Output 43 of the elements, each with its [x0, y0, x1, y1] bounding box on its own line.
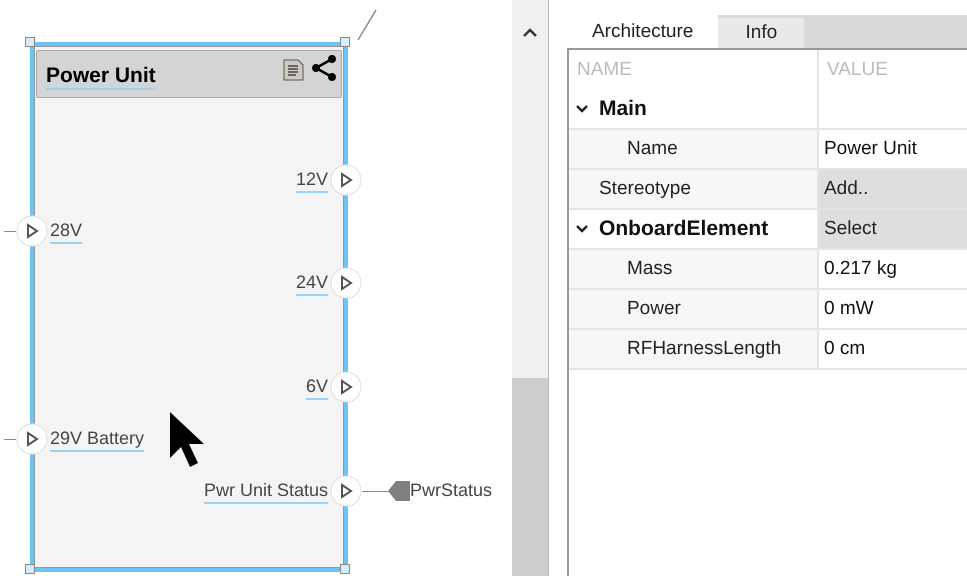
scrollbar[interactable] [512, 0, 549, 576]
port-icon[interactable] [16, 215, 48, 247]
property-value: 0.217 kg [823, 257, 898, 281]
scrollbar-thumb[interactable] [512, 378, 548, 576]
group-label: Main [599, 97, 647, 121]
block-title: Power Unit [46, 64, 156, 90]
resize-handle[interactable] [25, 37, 35, 47]
port-label: 29V Battery [50, 426, 144, 452]
external-port-label: PwrStatus [410, 479, 492, 502]
port-label: 12V [296, 167, 328, 193]
port-icon[interactable] [330, 371, 362, 403]
connector-line [4, 439, 16, 440]
port-icon[interactable] [330, 164, 362, 196]
resize-handle[interactable] [340, 564, 350, 574]
resize-handle[interactable] [25, 564, 35, 574]
chevron-icon[interactable] [575, 104, 589, 114]
property-name: Mass [569, 250, 819, 288]
group-label: OnboardElement [599, 217, 768, 241]
property-value: 0 mW [823, 297, 875, 321]
property-name: RFHarnessLength [569, 330, 819, 368]
port-label: Pwr Unit Status [204, 478, 328, 504]
connector-line [4, 231, 16, 232]
property-name: Stereotype [569, 170, 819, 208]
port-icon[interactable] [16, 423, 48, 455]
property-name: Power [569, 290, 819, 328]
scroll-up-icon[interactable] [522, 26, 538, 38]
select-button[interactable]: Select [819, 210, 967, 248]
port-label: 6V [306, 374, 328, 400]
tab[interactable]: Info [718, 18, 804, 48]
port-label: 24V [296, 270, 328, 296]
tab[interactable]: Architecture [567, 15, 718, 48]
chevron-icon[interactable] [575, 224, 589, 234]
port-icon[interactable] [330, 267, 362, 299]
column-header: VALUE [826, 58, 889, 82]
share-icon[interactable] [310, 54, 338, 82]
port-icon[interactable] [330, 475, 362, 507]
add-button[interactable]: Add.. [819, 170, 967, 208]
port-tag-icon [388, 480, 410, 502]
port-label: 28V [50, 218, 82, 244]
property-value: 0 cm [823, 337, 866, 361]
resize-handle[interactable] [340, 37, 350, 47]
property-name: Name [569, 130, 819, 168]
property-value: Power Unit [823, 137, 918, 161]
